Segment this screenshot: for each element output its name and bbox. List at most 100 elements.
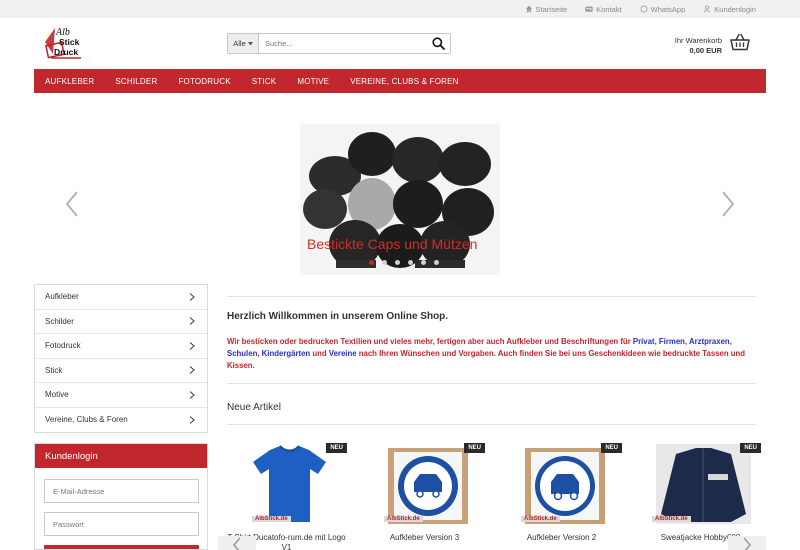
topnav-kundenlogin-link[interactable]: Kundenlogin — [703, 5, 756, 14]
chevron-right-icon — [189, 292, 195, 301]
new-articles-heading: Neue Artikel — [227, 402, 281, 413]
intro-privat: Privat — [632, 337, 655, 346]
sidebar-item-fotodruck[interactable]: Fotodruck — [35, 334, 207, 359]
slider-dot[interactable] — [421, 260, 426, 265]
login-panel: Kundenlogin — [34, 443, 208, 550]
cart-label: Ihr Warenkorb — [674, 36, 722, 45]
product-name[interactable]: Aufkleber Version 3 — [364, 533, 485, 543]
product-image-sticker-v3 — [388, 448, 468, 524]
divider — [227, 424, 756, 425]
intro-firmen: Firmen — [658, 337, 685, 346]
user-icon — [704, 5, 711, 13]
chevron-left-icon — [233, 537, 241, 550]
topnav-kontakt-label: Kontakt — [596, 4, 622, 14]
login-submit-button[interactable] — [44, 545, 199, 549]
topnav-whatsapp-link[interactable]: WhatsApp — [640, 4, 686, 14]
topnav-startseite-link[interactable]: Startseite — [525, 5, 567, 14]
main-navigation: AUFKLEBER SCHILDER FOTODRUCK STICK MOTIV… — [34, 69, 766, 93]
intro-part1: Wir besticken oder bedrucken Textilien u… — [227, 337, 633, 346]
search-bar: Alle — [227, 33, 451, 54]
intro-sep: und — [310, 349, 329, 358]
product-card[interactable]: AlbStick.de NEU T-Shirt Ducatofo-rum.de … — [226, 440, 347, 550]
product-card[interactable]: AlbStick.de NEU Aufkleber Version 2 — [501, 440, 622, 550]
chevron-right-icon — [189, 390, 195, 399]
intro-kindergaerten: Kindergärten — [261, 349, 311, 358]
email-field[interactable] — [44, 479, 199, 503]
product-watermark: AlbStick.de — [521, 516, 560, 522]
sidebar-item-label: Motive — [45, 390, 69, 400]
basket-icon[interactable] — [730, 33, 750, 51]
slider-dot[interactable] — [434, 260, 439, 265]
new-badge: NEU — [740, 443, 761, 453]
slider-dot[interactable] — [369, 260, 374, 265]
slider-prev-arrow[interactable] — [64, 190, 80, 218]
intro-sep: , — [729, 337, 732, 346]
product-watermark: AlbStick.de — [384, 516, 423, 522]
product-card[interactable]: AlbStick.de NEU Aufkleber Version 3 — [364, 440, 485, 550]
nav-item-motive[interactable]: MOTIVE — [297, 77, 329, 86]
sidebar-item-schilder[interactable]: Schilder — [35, 310, 207, 334]
product-watermark: AlbStick.de — [652, 516, 691, 522]
product-card[interactable]: AlbStick.de NEU Sweatjacke Hobby600 — [640, 440, 761, 550]
search-icon — [431, 37, 445, 50]
chevron-right-icon — [743, 537, 751, 550]
new-badge: NEU — [464, 443, 485, 453]
chevron-right-icon — [189, 415, 195, 424]
search-category-select[interactable]: Alle — [228, 34, 259, 53]
chevron-right-icon — [189, 366, 195, 375]
intro-text: Wir besticken oder bedrucken Textilien u… — [227, 336, 757, 372]
search-button[interactable] — [426, 34, 450, 53]
chevron-right-icon — [189, 341, 195, 350]
carousel-prev-button[interactable] — [218, 536, 256, 550]
sidebar-category-list: Aufkleber Schilder Fotodruck Stick Motiv… — [34, 284, 208, 433]
intro-arztpraxen: Arztpraxen — [688, 337, 730, 346]
nav-item-vereine[interactable]: VEREINE, CLUBS & FOREN — [350, 77, 458, 86]
caps-photo — [300, 124, 500, 275]
nav-item-aufkleber[interactable]: AUFKLEBER — [45, 77, 94, 86]
divider — [227, 296, 756, 297]
slider-dot[interactable] — [395, 260, 400, 265]
search-input[interactable] — [259, 34, 426, 53]
search-category-label: Alle — [233, 39, 246, 48]
logo-line-2: Stick — [59, 37, 80, 47]
contact-card-icon — [585, 6, 593, 12]
sidebar-item-motive[interactable]: Motive — [35, 383, 207, 408]
slider-dot[interactable] — [408, 260, 413, 265]
slider-next-arrow[interactable] — [720, 190, 736, 218]
sidebar-item-stick[interactable]: Stick — [35, 359, 207, 383]
logo-line-3: Druck — [54, 47, 78, 57]
intro-vereine: Vereine — [328, 349, 357, 358]
new-badge: NEU — [601, 443, 622, 453]
home-icon — [525, 5, 532, 13]
topnav-kundenlogin-label: Kundenlogin — [714, 4, 756, 14]
welcome-heading: Herzlich Willkommen in unserem Online Sh… — [227, 311, 449, 322]
product-image-sweatjacket — [656, 444, 751, 524]
product-image-sticker-v2 — [525, 448, 605, 524]
slider-dot[interactable] — [382, 260, 387, 265]
chevron-down-icon — [247, 41, 253, 45]
slider-dots — [369, 260, 439, 265]
topnav-kontakt-link[interactable]: Kontakt — [585, 4, 622, 14]
carousel-next-button[interactable] — [728, 536, 766, 550]
login-title: Kundenlogin — [35, 444, 207, 468]
intro-schulen: Schulen — [227, 349, 258, 358]
topnav-whatsapp-label: WhatsApp — [650, 4, 686, 14]
new-badge: NEU — [326, 443, 347, 453]
whatsapp-icon — [640, 5, 648, 13]
sidebar-item-label: Aufkleber — [45, 292, 79, 302]
sidebar-item-label: Vereine, Clubs & Foren — [45, 415, 128, 425]
cart-summary[interactable]: Ihr Warenkorb 0,00 EUR — [675, 36, 722, 56]
nav-item-schilder[interactable]: SCHILDER — [115, 77, 157, 86]
nav-item-stick[interactable]: STICK — [252, 77, 277, 86]
password-field[interactable] — [44, 512, 199, 536]
slider-image-caps[interactable]: Bestickte Caps und Mützen — [300, 124, 500, 275]
albstick-logo[interactable]: Alb Stick Druck — [43, 24, 83, 62]
sidebar-item-label: Fotodruck — [45, 341, 81, 351]
product-name[interactable]: Aufkleber Version 2 — [501, 533, 622, 543]
sidebar-item-vereine[interactable]: Vereine, Clubs & Foren — [35, 408, 207, 433]
sidebar-item-label: Stick — [45, 365, 63, 375]
cart-total: 0,00 EUR — [689, 46, 722, 55]
sidebar-item-aufkleber[interactable]: Aufkleber — [35, 285, 207, 310]
nav-item-fotodruck[interactable]: FOTODRUCK — [178, 77, 230, 86]
divider — [227, 383, 756, 384]
